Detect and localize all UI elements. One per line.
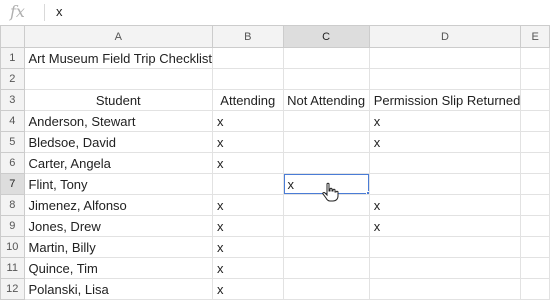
row-header[interactable]: 7 [0,173,25,195]
cell-a12[interactable]: Polanski, Lisa [23,278,214,300]
cell-a7[interactable]: Flint, Tony [23,173,214,195]
cell-c11[interactable] [282,257,370,279]
cell-c10[interactable] [282,236,370,258]
cell-b6[interactable]: x [212,152,284,174]
row-header[interactable]: 10 [0,236,25,258]
cell-e7[interactable] [520,173,550,195]
cell-b4[interactable]: x [212,110,284,132]
column-header-c[interactable]: C [282,25,370,48]
cell-e3[interactable] [520,89,550,111]
cell-d11[interactable] [368,257,522,279]
table-row: 12 Polanski, Lisa x [0,278,550,300]
cell-a1[interactable]: Art Museum Field Trip Checklist [23,47,214,69]
cell-d1[interactable] [368,47,522,69]
cell-d3[interactable]: Permission Slip Returned [368,89,522,111]
cell-c5[interactable] [282,131,370,153]
row-header[interactable]: 11 [0,257,25,279]
table-row: 3 Student Attending Not Attending Permis… [0,89,550,111]
cell-b2[interactable] [212,68,284,90]
table-row: 5 Bledsoe, David x x [0,131,550,153]
cell-e12[interactable] [520,278,550,300]
cell-a9[interactable]: Jones, Drew [23,215,214,237]
row-header[interactable]: 3 [0,89,25,111]
column-header-e[interactable]: E [520,25,550,48]
cell-d6[interactable] [368,152,522,174]
cell-e6[interactable] [520,152,550,174]
formula-input[interactable]: x [56,3,536,21]
formula-bar: fx x [0,0,550,26]
table-row: 9 Jones, Drew x x [0,215,550,237]
cell-b7[interactable] [212,173,284,195]
selected-cell-value: x [287,176,295,192]
table-row: 2 [0,68,550,90]
cell-e1[interactable] [520,47,550,69]
table-row: 1 Art Museum Field Trip Checklist [0,47,550,69]
cell-d9[interactable]: x [368,215,522,237]
cell-b11[interactable]: x [212,257,284,279]
row-header[interactable]: 5 [0,131,25,153]
cell-a4[interactable]: Anderson, Stewart [23,110,214,132]
fill-handle[interactable] [365,191,369,194]
formula-divider [44,4,45,21]
cell-b5[interactable]: x [212,131,284,153]
cell-b12[interactable]: x [212,278,284,300]
column-header-a[interactable]: A [23,25,214,48]
cell-a3[interactable]: Student [23,89,214,111]
cell-c1[interactable] [282,47,370,69]
cell-e2[interactable] [520,68,550,90]
cell-c4[interactable] [282,110,370,132]
table-row: 7 Flint, Tony x [0,173,550,195]
cell-e11[interactable] [520,257,550,279]
cell-a2[interactable] [23,68,214,90]
cell-c3[interactable]: Not Attending [282,89,370,111]
row-header[interactable]: 12 [0,278,25,300]
table-row: 6 Carter, Angela x [0,152,550,174]
row-header[interactable]: 8 [0,194,25,216]
cell-b10[interactable]: x [212,236,284,258]
spreadsheet-grid: A B C D E 1 Art Museum Field Trip Checkl… [0,25,550,300]
cell-e8[interactable] [520,194,550,216]
cell-a10[interactable]: Martin, Billy [23,236,214,258]
cell-e4[interactable] [520,110,550,132]
cell-d12[interactable] [368,278,522,300]
cell-e5[interactable] [520,131,550,153]
select-all-corner[interactable] [0,25,25,48]
cell-d4[interactable]: x [368,110,522,132]
cell-e9[interactable] [520,215,550,237]
column-header-d[interactable]: D [368,25,522,48]
row-header[interactable]: 9 [0,215,25,237]
cell-c6[interactable] [282,152,370,174]
cell-d7[interactable] [368,173,522,195]
cell-b9[interactable]: x [212,215,284,237]
cell-a6[interactable]: Carter, Angela [23,152,214,174]
cell-c12[interactable] [282,278,370,300]
cell-b1[interactable] [212,47,284,69]
cell-d5[interactable]: x [368,131,522,153]
table-row: 10 Martin, Billy x [0,236,550,258]
hand-cursor-icon [322,182,339,202]
cell-b3[interactable]: Attending [212,89,284,111]
cell-a11[interactable]: Quince, Tim [23,257,214,279]
fx-icon: fx [10,2,25,21]
row-header[interactable]: 2 [0,68,25,90]
cell-d10[interactable] [368,236,522,258]
cell-a8[interactable]: Jimenez, Alfonso [23,194,214,216]
row-header[interactable]: 6 [0,152,25,174]
cell-d2[interactable] [368,68,522,90]
table-row: 8 Jimenez, Alfonso x x [0,194,550,216]
table-row: 4 Anderson, Stewart x x [0,110,550,132]
row-header[interactable]: 4 [0,110,25,132]
cell-c9[interactable] [282,215,370,237]
column-header-b[interactable]: B [212,25,284,48]
row-header[interactable]: 1 [0,47,25,69]
table-row: 11 Quince, Tim x [0,257,550,279]
cell-a5[interactable]: Bledsoe, David [23,131,214,153]
cell-d8[interactable]: x [368,194,522,216]
cell-e10[interactable] [520,236,550,258]
cell-c2[interactable] [282,68,370,90]
cell-b8[interactable]: x [212,194,284,216]
